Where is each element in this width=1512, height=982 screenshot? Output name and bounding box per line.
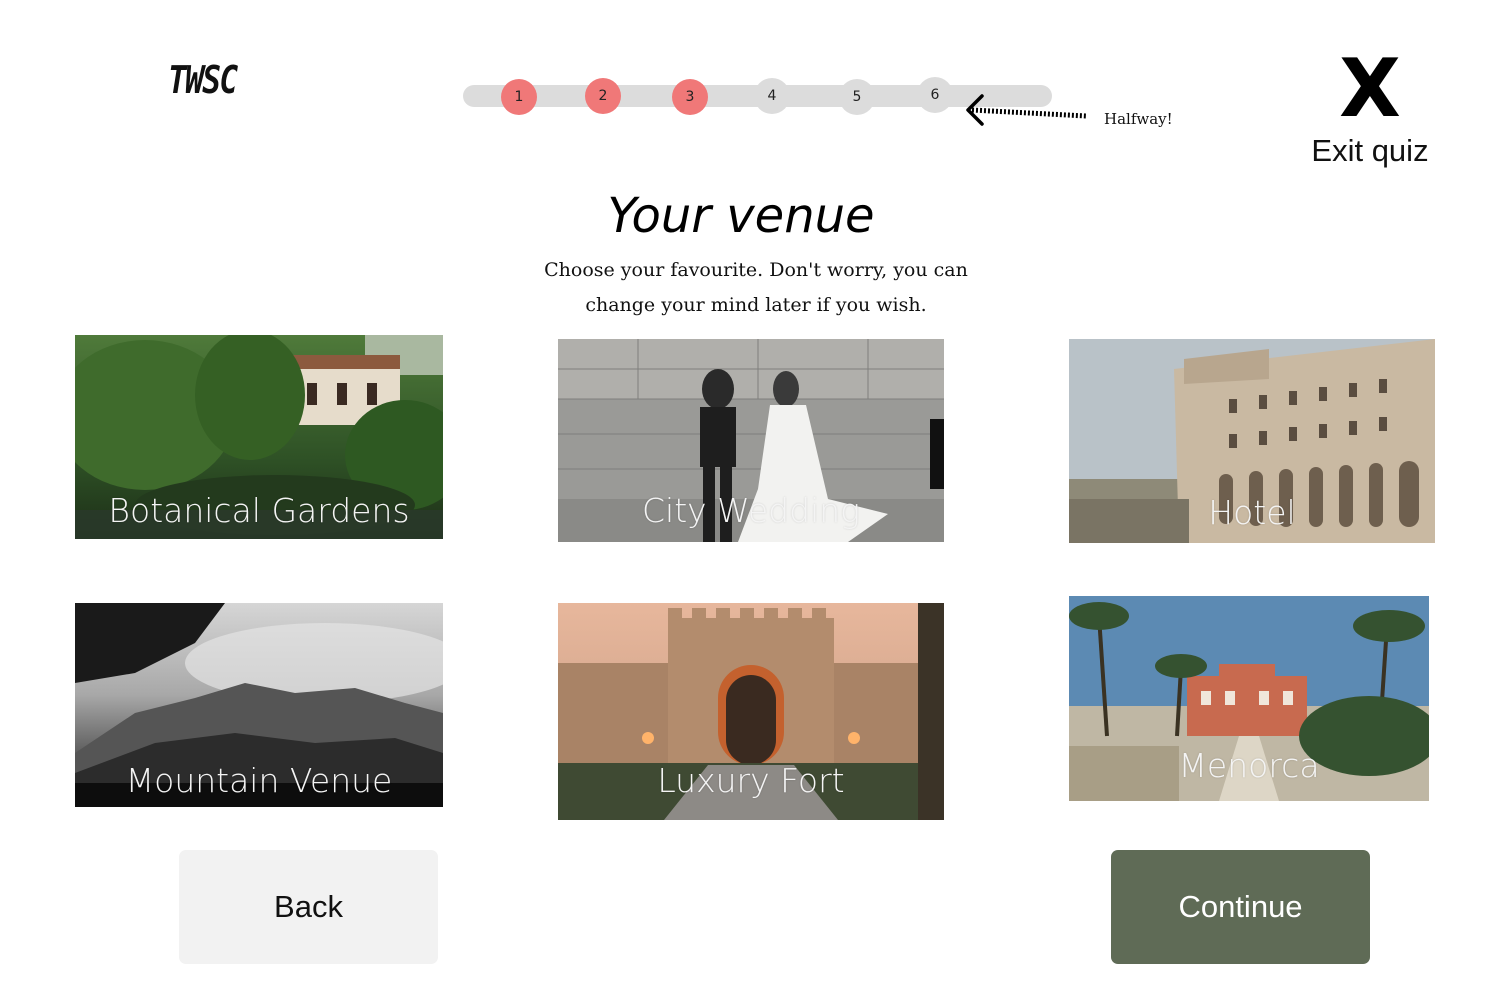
venue-label: City Wedding [642, 491, 860, 530]
arrow-left-icon [966, 94, 1087, 126]
halfway-annotation: Halfway! [1104, 110, 1173, 128]
continue-button[interactable]: Continue [1111, 850, 1370, 964]
venue-label: Mountain Venue [125, 761, 393, 800]
progress-step-3: 3 [672, 79, 708, 115]
progress-step-6: 6 [917, 77, 953, 113]
venue-label: Botanical Gardens [108, 491, 410, 530]
venue-label: Menorca [1178, 746, 1320, 785]
page-subtitle: Choose your favourite. Don't worry, you … [544, 259, 968, 316]
progress-step-label: 3 [685, 89, 695, 105]
progress-step-label: 4 [767, 88, 777, 104]
progress-step-5: 5 [839, 79, 875, 115]
venue-card-city-wedding[interactable]: City Wedding [558, 339, 944, 542]
venue-card-botanical-gardens[interactable]: Botanical Gardens [75, 335, 443, 539]
back-button[interactable]: Back [179, 850, 438, 964]
back-button-label: Back [274, 889, 343, 924]
exit-quiz-label: Exit quiz [1311, 133, 1429, 168]
close-icon: X [1339, 42, 1401, 135]
brand-logo: TWSC [168, 58, 238, 102]
progress-step-label: 2 [598, 88, 608, 104]
venue-card-luxury-fort[interactable]: Luxury Fort [558, 603, 944, 820]
venue-card-mountain-venue[interactable]: Mountain Venue [75, 603, 443, 807]
progress-step-label: 5 [852, 89, 862, 105]
progress-step-1: 1 [501, 79, 537, 115]
page-title: Your venue [607, 188, 875, 244]
venue-card-menorca[interactable]: Menorca [1069, 596, 1429, 801]
progress-step-4: 4 [754, 78, 790, 114]
progress-step-label: 6 [930, 87, 940, 103]
venue-label: Hotel [1208, 493, 1296, 532]
exit-quiz-button[interactable]: X Exit quiz [1300, 42, 1440, 175]
continue-button-label: Continue [1178, 889, 1303, 924]
progress-step-2: 2 [585, 78, 621, 114]
venue-label: Luxury Fort [657, 761, 845, 800]
venue-card-hotel[interactable]: Hotel [1069, 339, 1435, 543]
progress-step-label: 1 [514, 89, 524, 105]
